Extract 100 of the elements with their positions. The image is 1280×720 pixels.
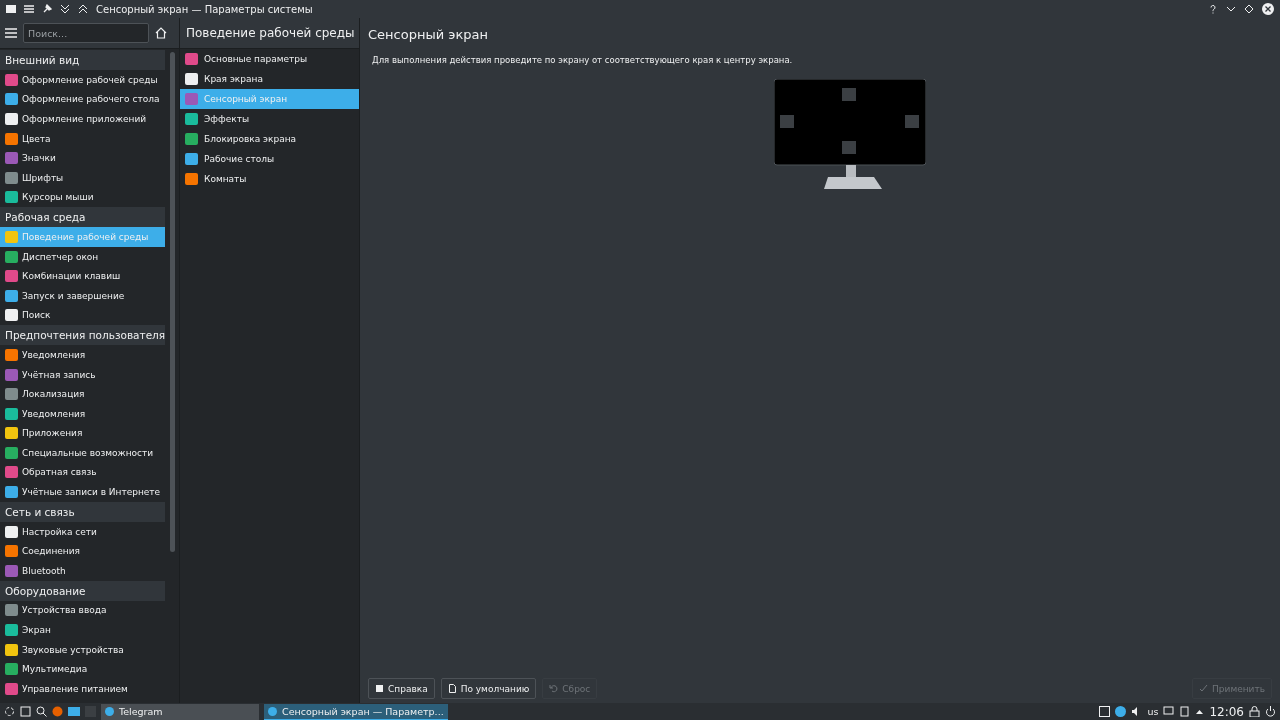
subpanel-item[interactable]: Комнаты xyxy=(180,169,359,189)
category-icon xyxy=(5,309,18,322)
home-icon[interactable] xyxy=(155,27,167,39)
section-header: Сеть и связь xyxy=(0,501,166,522)
page-title: Сенсорный экран xyxy=(368,25,489,44)
sidebar-item[interactable]: Комбинации клавиш xyxy=(0,266,166,286)
category-icon xyxy=(5,230,18,243)
search-icon[interactable] xyxy=(36,706,47,717)
sidebar-item[interactable]: Значки xyxy=(0,148,166,168)
task-button[interactable]: Telegram xyxy=(101,703,259,720)
category-icon xyxy=(5,663,18,676)
sidebar-item[interactable]: Экран xyxy=(0,620,166,640)
sidebar-item[interactable]: Локализация xyxy=(0,384,166,404)
category-icon xyxy=(5,132,18,145)
section-header: Оборудование xyxy=(0,580,166,601)
sidebar-item[interactable]: Оформление приложений xyxy=(0,109,166,129)
check-icon xyxy=(1199,684,1209,693)
category-icon xyxy=(5,486,18,499)
category-icon xyxy=(5,348,18,361)
category-icon xyxy=(185,73,198,85)
subpanel-item[interactable]: Рабочие столы xyxy=(180,149,359,169)
scrollbar-thumb[interactable] xyxy=(169,52,175,552)
section-header: Рабочая среда xyxy=(0,207,166,228)
category-icon xyxy=(5,289,18,302)
sidebar-item[interactable]: Учётная запись xyxy=(0,364,166,385)
category-icon xyxy=(5,525,18,538)
sidebar-item[interactable]: Учётные записи в Интернете xyxy=(0,482,166,502)
sidebar-item[interactable]: Шрифты xyxy=(0,167,166,188)
action-button[interactable]: Справка xyxy=(368,678,435,699)
sidebar-item[interactable]: Оформление рабочей среды xyxy=(0,70,166,90)
sidebar-item[interactable]: Мультимедиа xyxy=(0,659,166,680)
sidebar-item[interactable]: Поиск xyxy=(0,305,166,326)
app-icon xyxy=(105,706,114,716)
sidebar-item[interactable]: Диспетчер окон xyxy=(0,246,166,267)
chevrons-down-icon[interactable] xyxy=(60,4,70,14)
lock-icon[interactable] xyxy=(1249,706,1260,717)
section-header: Предпочтения пользователя xyxy=(0,325,166,346)
panel-title: Поведение рабочей среды xyxy=(180,18,359,49)
sidebar-item[interactable]: Обратная связь xyxy=(0,462,166,483)
app-icon xyxy=(6,4,16,14)
search-field[interactable]: Поиск... xyxy=(23,23,149,43)
category-icon xyxy=(185,53,198,65)
sidebar-item[interactable]: Приложения xyxy=(0,423,166,444)
sidebar-item[interactable]: Настройка сети xyxy=(0,521,166,542)
power-icon[interactable] xyxy=(1265,706,1276,717)
undo-icon xyxy=(549,684,559,693)
chevrons-up-icon[interactable] xyxy=(78,4,88,14)
sidebar-item[interactable]: Управление питанием xyxy=(0,679,166,699)
category-icon xyxy=(5,624,18,637)
category-icon xyxy=(185,173,198,185)
maximize-icon[interactable] xyxy=(1244,4,1254,14)
subpanel-item[interactable]: Блокировка экрана xyxy=(180,129,359,149)
sidebar-item[interactable]: Звуковые устройства xyxy=(0,639,166,660)
category-icon xyxy=(5,113,18,125)
subpanel-item[interactable]: Эффекты xyxy=(180,109,359,129)
pin-icon[interactable] xyxy=(42,4,52,14)
category-icon xyxy=(5,407,18,420)
sidebar-item[interactable]: Устройства ввода xyxy=(0,600,166,621)
desktop-icon[interactable] xyxy=(20,706,31,717)
expand-icon[interactable] xyxy=(1195,707,1205,716)
subpanel-item[interactable]: Края экрана xyxy=(180,69,359,89)
subpanel-item[interactable]: Основные параметры xyxy=(180,49,359,69)
sidebar-item[interactable]: Запуск и завершение xyxy=(0,285,166,306)
window-title: Сенсорный экран — Параметры системы xyxy=(96,3,313,15)
sidebar-item[interactable]: Уведомления xyxy=(0,403,166,424)
category-icon xyxy=(185,113,198,125)
category-icon xyxy=(5,191,18,204)
category-icon xyxy=(185,133,198,145)
category-icon xyxy=(5,604,18,617)
clock[interactable]: 12:06 xyxy=(1209,704,1244,719)
action-button[interactable]: По умолчанию xyxy=(440,678,537,699)
keyboard-layout[interactable]: us xyxy=(1147,706,1159,717)
app-icon xyxy=(268,706,277,716)
minimize-icon[interactable] xyxy=(1226,4,1236,14)
category-icon xyxy=(5,388,18,401)
task-button[interactable]: Сенсорный экран — Параметр... xyxy=(264,703,448,720)
sidebar-item[interactable]: Bluetooth xyxy=(0,561,166,581)
document-icon xyxy=(447,684,457,693)
menu-icon[interactable] xyxy=(24,4,34,14)
section-header: Внешний вид xyxy=(0,50,166,70)
category-icon xyxy=(5,93,18,106)
category-icon xyxy=(5,682,18,695)
category-icon xyxy=(5,564,18,577)
sidebar-item[interactable]: Специальные возможности xyxy=(0,443,166,463)
launcher-icon[interactable] xyxy=(4,706,15,717)
category-icon xyxy=(5,171,18,184)
sidebar-item[interactable]: Цвета xyxy=(0,128,166,149)
category-icon xyxy=(5,466,18,479)
category-icon xyxy=(5,545,18,558)
sidebar-item[interactable]: Оформление рабочего стола xyxy=(0,89,166,110)
category-icon xyxy=(5,427,18,440)
description: Для выполнения действия проведите по экрану от соответствующего края к центру экрана. xyxy=(371,55,794,65)
close-icon[interactable] xyxy=(1262,3,1274,15)
sidebar-item[interactable]: Уведомления xyxy=(0,345,166,365)
category-icon xyxy=(5,643,18,656)
menu-icon[interactable] xyxy=(5,27,17,39)
category-icon xyxy=(5,152,18,165)
sidebar-item[interactable]: Соединения xyxy=(0,541,166,562)
category-icon xyxy=(5,446,18,459)
sidebar-item[interactable]: Курсоры мыши xyxy=(0,187,166,208)
